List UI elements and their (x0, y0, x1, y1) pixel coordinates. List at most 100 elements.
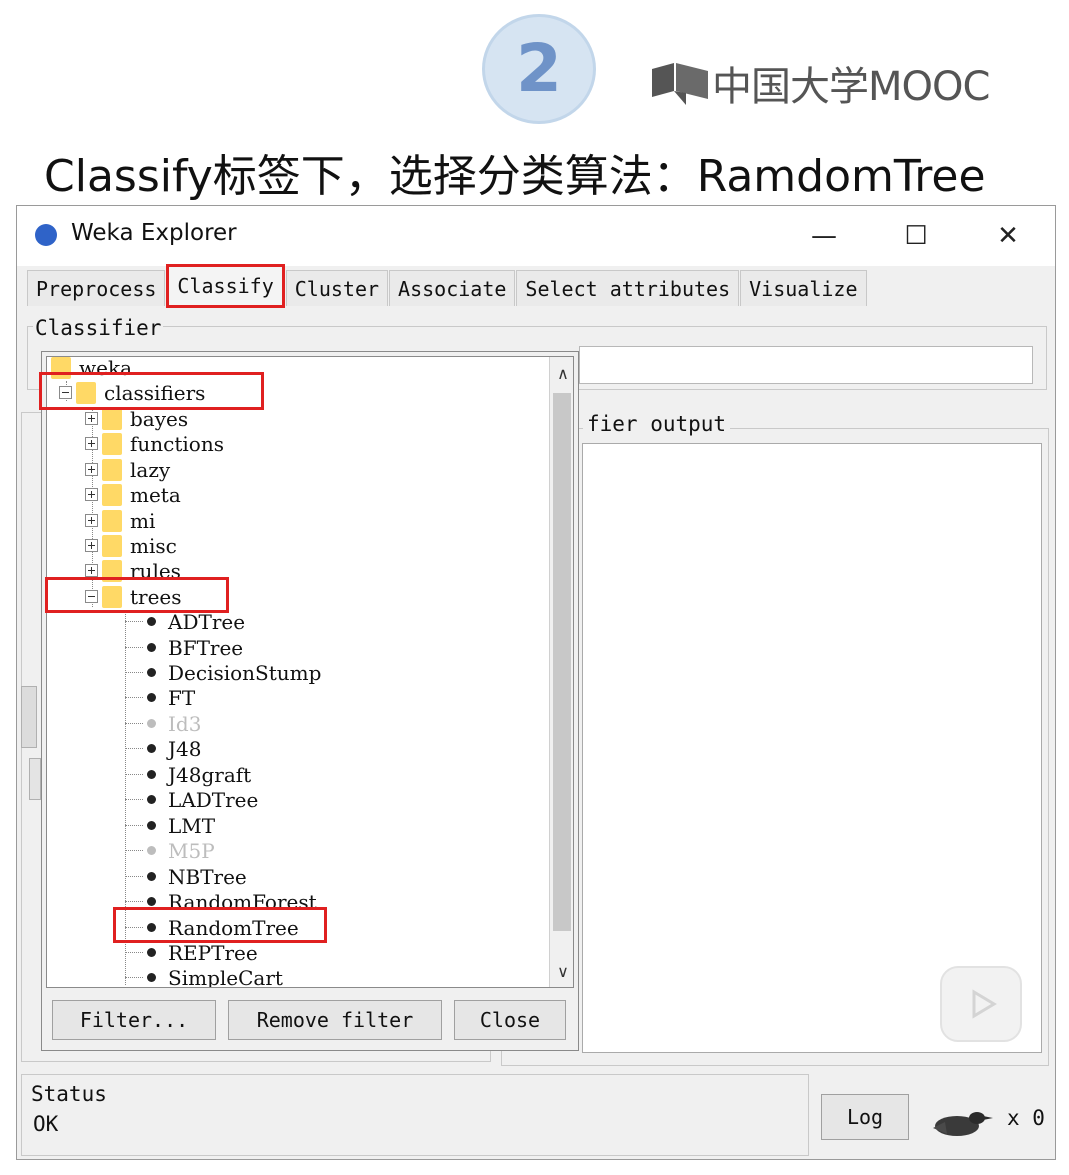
tree-leaf-j48graft[interactable]: J48graft (125, 762, 251, 787)
leaf-bullet-icon (147, 643, 156, 652)
leaf-bullet-icon (147, 668, 156, 677)
highlight-trees (45, 577, 229, 613)
expand-icon[interactable] (85, 564, 98, 577)
status-label: Status (31, 1082, 107, 1106)
folder-icon (102, 458, 122, 481)
tab-associate[interactable]: Associate (389, 270, 516, 306)
tree-node-label: lazy (130, 457, 171, 482)
leaf-bullet-icon (147, 872, 156, 881)
result-selector-edge (29, 758, 41, 800)
tree-leaf-label: ADTree (168, 609, 246, 634)
leaf-bullet-icon (147, 821, 156, 830)
tree-leaf-label: LMT (168, 813, 216, 838)
expand-icon[interactable] (85, 488, 98, 501)
tree-scrollbar[interactable]: ∧ ∨ (549, 357, 573, 987)
leaf-bullet-icon (147, 795, 156, 804)
window-title: Weka Explorer (71, 220, 237, 246)
folder-icon (102, 534, 122, 557)
tree-leaf-label: Id3 (168, 711, 202, 736)
title-bar: Weka Explorer — ☐ ✕ (17, 206, 1055, 266)
tree-leaf-lmt[interactable]: LMT (125, 813, 215, 838)
expand-icon[interactable] (85, 514, 98, 527)
task-count: x 0 (1007, 1106, 1045, 1130)
step-badge: 2 (482, 14, 596, 124)
leaf-bullet-icon (147, 897, 156, 906)
tree-leaf-label: DecisionStump (168, 660, 322, 685)
leaf-bullet-icon (147, 846, 156, 855)
tree-leaf-label: REPTree (168, 940, 258, 965)
tree-leaf-ft[interactable]: FT (125, 685, 195, 710)
classifier-tree[interactable]: weka classifiers bayes functions lazy me… (46, 356, 574, 988)
maximize-button[interactable]: ☐ (893, 216, 939, 256)
leaf-bullet-icon (147, 617, 156, 626)
tree-leaf-label: M5P (168, 838, 215, 863)
tree-leaf-label: FT (168, 685, 196, 710)
leaf-bullet-icon (147, 693, 156, 702)
mooc-logo-icon (652, 61, 708, 105)
tree-node-functions[interactable]: functions (85, 431, 224, 456)
tree-leaf-label: LADTree (168, 787, 259, 812)
remove-filter-button[interactable]: Remove filter (228, 1000, 442, 1040)
tree-leaf-m5p: M5P (125, 838, 215, 863)
folder-icon (102, 432, 122, 455)
tree-node-label: misc (130, 533, 177, 558)
leaf-bullet-icon (147, 948, 156, 957)
tree-leaf-label: BFTree (168, 635, 244, 660)
tree-leaf-bftree[interactable]: BFTree (125, 635, 243, 660)
weka-app-icon (35, 224, 57, 246)
folder-icon (102, 407, 122, 430)
tree-leaf-id3: Id3 (125, 711, 201, 736)
tree-node-label: meta (130, 482, 181, 507)
tab-cluster[interactable]: Cluster (285, 270, 389, 306)
folder-icon (102, 483, 122, 506)
output-label: fier output (583, 412, 731, 436)
expand-icon[interactable] (85, 539, 98, 552)
expand-icon[interactable] (85, 437, 98, 450)
tree-node-lazy[interactable]: lazy (85, 457, 170, 482)
tree-leaf-simplecart[interactable]: SimpleCart (125, 965, 283, 988)
tree-node-misc[interactable]: misc (85, 533, 177, 558)
mooc-logo: 中国大学MOOC (652, 58, 990, 110)
highlight-classifiers (39, 372, 264, 410)
expand-icon[interactable] (85, 412, 98, 425)
tree-node-label: bayes (130, 406, 189, 431)
tree-node-mi[interactable]: mi (85, 508, 155, 533)
scroll-up-icon[interactable]: ∧ (555, 364, 571, 383)
classifier-label: Classifier (33, 316, 164, 340)
folder-icon (102, 509, 122, 532)
tree-node-meta[interactable]: meta (85, 482, 181, 507)
classifier-field[interactable] (579, 346, 1033, 384)
leaf-bullet-icon (147, 744, 156, 753)
leaf-bullet-icon (147, 973, 156, 982)
tree-leaf-nbtree[interactable]: NBTree (125, 864, 247, 889)
tree-leaf-j48[interactable]: J48 (125, 736, 201, 761)
tree-leaf-decisionstump[interactable]: DecisionStump (125, 660, 321, 685)
tab-preprocess[interactable]: Preprocess (27, 270, 166, 306)
close-popup-button[interactable]: Close (454, 1000, 566, 1040)
status-value: OK (33, 1112, 59, 1136)
tree-leaf-reptree[interactable]: REPTree (125, 940, 258, 965)
log-button[interactable]: Log (821, 1094, 909, 1140)
step-number: 2 (516, 30, 562, 107)
highlight-randomtree (113, 907, 327, 943)
tab-visualize[interactable]: Visualize (740, 270, 867, 306)
classifier-output-area[interactable] (582, 443, 1042, 1053)
weka-bird-icon (929, 1106, 993, 1140)
scroll-down-icon[interactable]: ∨ (555, 962, 571, 981)
tree-leaf-ladtree[interactable]: LADTree (125, 787, 258, 812)
tree-node-label: mi (130, 508, 156, 533)
minimize-button[interactable]: — (801, 216, 847, 256)
play-overlay-icon[interactable] (940, 966, 1022, 1042)
tab-select-attributes[interactable]: Select attributes (516, 270, 740, 306)
tab-bar: Preprocess Classify Cluster Associate Se… (27, 264, 868, 308)
tree-leaf-label: J48 (168, 736, 202, 761)
tab-classify[interactable]: Classify (166, 264, 285, 308)
status-panel (21, 1074, 809, 1156)
tree-leaf-label: J48graft (168, 762, 252, 787)
weka-window: Weka Explorer — ☐ ✕ Preprocess Classify … (16, 205, 1056, 1160)
filter-button[interactable]: Filter... (52, 1000, 216, 1040)
scrollbar-thumb[interactable] (553, 393, 571, 931)
close-window-button[interactable]: ✕ (985, 216, 1031, 256)
tree-leaf-label: SimpleCart (168, 965, 283, 988)
expand-icon[interactable] (85, 463, 98, 476)
